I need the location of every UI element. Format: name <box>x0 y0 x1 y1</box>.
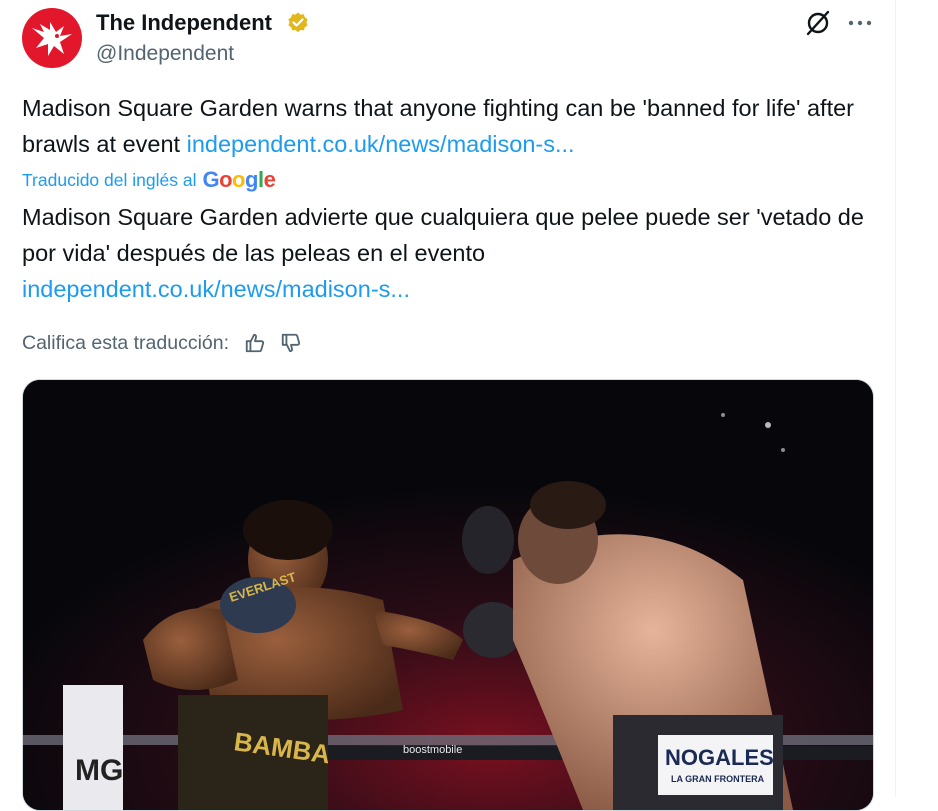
timeline-border <box>895 0 896 797</box>
rate-translation: Califica esta traducción: <box>22 328 305 358</box>
thumbs-down-button[interactable] <box>277 329 305 357</box>
trunks-right-sub: LA GRAN FRONTERA <box>671 774 765 784</box>
google-logo: Google <box>202 167 276 192</box>
thumbs-up-icon <box>245 333 265 353</box>
eagle-logo-icon <box>32 22 72 56</box>
author-name[interactable]: The Independent <box>96 10 272 36</box>
grok-icon[interactable] <box>803 8 833 38</box>
ring-sponsor-text: boostmobile <box>403 744 462 756</box>
tweet-photo[interactable]: BAMBA EVERLAST NOGALES LA GRAN FRONTERA boos… <box>22 379 874 811</box>
translated-text: Madison Square Garden advierte que cualq… <box>22 199 872 307</box>
verified-badge-icon[interactable] <box>286 11 310 35</box>
more-icon[interactable] <box>845 8 875 38</box>
tweet-link[interactable]: independent.co.uk/news/madison-s... <box>187 131 575 157</box>
tweet-text: Madison Square Garden warns that anyone … <box>22 90 872 162</box>
translated-by[interactable]: Traducido del inglés al Google <box>22 166 276 194</box>
avatar[interactable] <box>22 8 82 68</box>
trunks-right-text: NOGALES <box>665 745 774 770</box>
thumbs-up-button[interactable] <box>241 329 269 357</box>
translated-link[interactable]: independent.co.uk/news/madison-s... <box>22 276 410 302</box>
banner-text: MG <box>75 754 123 787</box>
boxing-photo: BAMBAEVERLASTNOGALESLA GRAN FRONTERAboos… <box>23 380 873 810</box>
translated-by-label: Traducido del inglés al <box>22 169 197 190</box>
author-handle[interactable]: @Independent <box>96 41 234 67</box>
rate-label: Califica esta traducción: <box>22 331 230 354</box>
thumbs-down-icon <box>281 333 301 353</box>
translated-body: Madison Square Garden advierte que cualq… <box>22 204 864 266</box>
